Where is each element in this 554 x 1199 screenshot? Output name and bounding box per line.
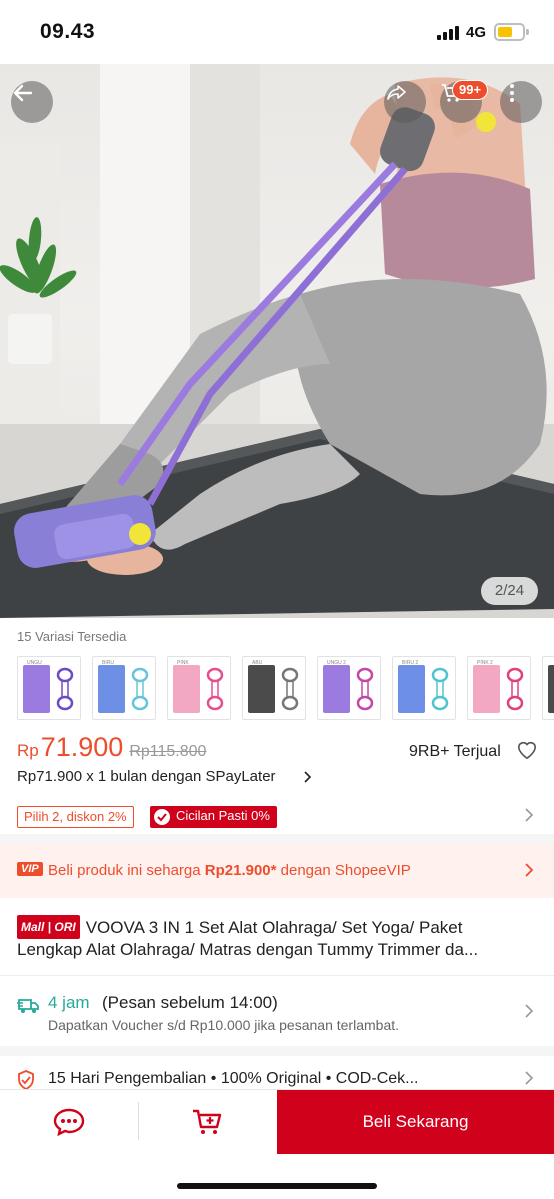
variant-option[interactable]: BIRU <box>92 656 156 720</box>
variant-list: UNGU BIRU PINK ABU UNGU 2 BIRU 2 PINK 2 <box>17 656 554 720</box>
product-image[interactable] <box>0 64 554 618</box>
resistance-band-icon <box>356 667 374 711</box>
more-vertical-icon <box>510 84 514 102</box>
vip-logo: VIP <box>17 862 43 876</box>
variant-option[interactable]: ABU <box>242 656 306 720</box>
variant-option[interactable]: BIRU 2 <box>392 656 456 720</box>
product-title-line-2: Lengkap Alat Olahraga/ Matras dengan Tum… <box>17 940 479 959</box>
add-to-cart-button[interactable] <box>139 1090 277 1154</box>
delivery-voucher-note: Dapatkan Voucher s/d Rp10.000 jika pesan… <box>48 1017 400 1033</box>
product-photo-illustration <box>0 64 554 618</box>
chat-button[interactable] <box>0 1090 138 1154</box>
vip-text: Beli produk ini seharga Rp21.900* dengan… <box>48 862 411 879</box>
variant-label: UNGU <box>27 660 42 666</box>
arrow-left-icon <box>13 84 33 102</box>
battery-icon <box>494 23 525 41</box>
fast-delivery-icon <box>17 995 41 1020</box>
variant-label: PINK 2 <box>477 660 493 666</box>
resistance-band-icon <box>506 667 524 711</box>
sold-count: 9RB+ Terjual <box>409 743 501 760</box>
signal-icon <box>437 26 459 40</box>
resistance-band-icon <box>281 667 299 711</box>
buy-now-button[interactable]: Beli Sekarang <box>277 1090 554 1154</box>
price-currency: Rp <box>17 741 39 760</box>
resistance-band-icon <box>131 667 149 711</box>
home-indicator <box>177 1183 377 1189</box>
variant-option[interactable]: UNGU 2 <box>317 656 381 720</box>
share-icon <box>387 85 406 100</box>
mall-ori-badge: Mall | ORI <box>17 915 80 939</box>
variant-label: ABU <box>252 660 263 666</box>
cart-count-badge: 99+ <box>452 80 489 100</box>
promo-chevron-icon[interactable] <box>524 807 534 828</box>
guarantee-chevron-icon[interactable] <box>524 1070 534 1091</box>
paylater-info[interactable]: Rp71.900 x 1 bulan dengan SPayLater <box>17 768 276 785</box>
chat-icon <box>53 1108 85 1137</box>
price-block: Rp 71.900 Rp115.800 <box>17 732 206 763</box>
installment-label: Cicilan Pasti 0% <box>176 808 270 823</box>
resistance-band-icon <box>206 667 224 711</box>
bundle-discount-badge[interactable]: Pilih 2, diskon 2% <box>17 806 134 828</box>
variant-label: PINK <box>177 660 189 666</box>
guarantee-text: 15 Hari Pengembalian • 100% Original • C… <box>48 1070 419 1087</box>
add-to-cart-icon <box>193 1109 222 1134</box>
share-button[interactable] <box>384 81 426 123</box>
image-page-counter: 2/24 <box>481 577 538 605</box>
variant-option[interactable]: PINK 2 <box>467 656 531 720</box>
price-value: 71.900 <box>40 732 124 762</box>
installment-badge[interactable]: Cicilan Pasti 0% <box>150 806 277 828</box>
variant-option[interactable] <box>542 656 554 720</box>
variant-label: BIRU 2 <box>402 660 419 666</box>
check-badge-icon <box>153 808 171 832</box>
vip-price: Rp21.900* <box>204 862 277 879</box>
variant-label: UNGU 2 <box>327 660 346 666</box>
resistance-band-icon <box>56 667 74 711</box>
product-title-line-1: Mall | ORI VOOVA 3 IN 1 Set Alat Olahraga… <box>17 915 462 939</box>
status-time: 09.43 <box>40 20 96 43</box>
shipping-chevron-icon[interactable] <box>524 1003 534 1024</box>
more-button[interactable] <box>500 81 542 123</box>
variant-label: BIRU <box>102 660 114 666</box>
variant-count-label: 15 Variasi Tersedia <box>17 629 127 644</box>
favorite-button[interactable] <box>516 740 538 765</box>
variant-option[interactable]: PINK <box>167 656 231 720</box>
original-price: Rp115.800 <box>129 743 207 760</box>
delivery-time: 4 jam <box>48 993 90 1012</box>
chevron-right-icon <box>303 770 313 789</box>
resistance-band-icon <box>431 667 449 711</box>
network-type: 4G <box>466 24 487 41</box>
delivery-cutoff: (Pesan sebelum 14:00) <box>102 993 278 1012</box>
chevron-right-icon <box>524 862 534 883</box>
variant-option[interactable]: UNGU <box>17 656 81 720</box>
status-bar: 09.43 4G <box>0 0 554 64</box>
heart-icon <box>517 741 537 760</box>
back-button[interactable] <box>11 81 53 123</box>
